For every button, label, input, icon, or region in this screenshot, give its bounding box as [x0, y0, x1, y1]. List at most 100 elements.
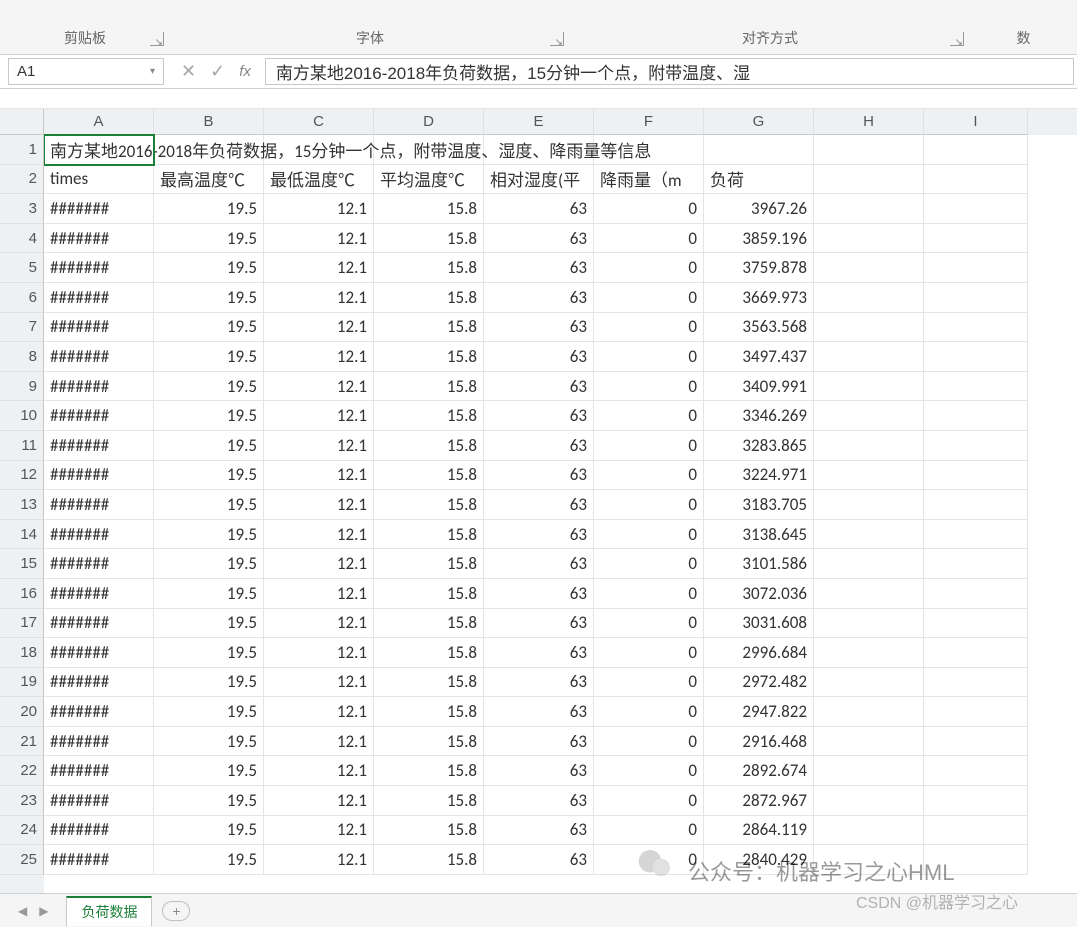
cell[interactable]: 12.1	[264, 431, 374, 461]
cell[interactable]: 12.1	[264, 313, 374, 343]
cell[interactable]: 63	[484, 786, 594, 816]
cell[interactable]: 63	[484, 253, 594, 283]
cell[interactable]: 19.5	[154, 756, 264, 786]
cell[interactable]: 12.1	[264, 697, 374, 727]
cell[interactable]: 63	[484, 697, 594, 727]
row-header[interactable]: 16	[0, 579, 44, 609]
cell[interactable]: 15.8	[374, 845, 484, 875]
cell[interactable]: 19.5	[154, 342, 264, 372]
row-header[interactable]: 21	[0, 727, 44, 757]
row-header[interactable]: 23	[0, 786, 44, 816]
cell[interactable]: 0	[594, 372, 704, 402]
cell[interactable]: 3138.645	[704, 520, 814, 550]
column-header[interactable]: H	[814, 109, 924, 135]
cell[interactable]: 15.8	[374, 461, 484, 491]
cell[interactable]	[924, 609, 1028, 639]
cell[interactable]: #######	[44, 727, 154, 757]
chevron-down-icon[interactable]: ▾	[150, 66, 155, 77]
name-box[interactable]: A1 ▾	[8, 58, 164, 85]
cell[interactable]	[814, 579, 924, 609]
cell[interactable]: 15.8	[374, 638, 484, 668]
cell[interactable]: 12.1	[264, 727, 374, 757]
cell[interactable]: times	[44, 165, 154, 195]
row-header[interactable]: 17	[0, 609, 44, 639]
cell[interactable]: 0	[594, 342, 704, 372]
cell[interactable]: 12.1	[264, 756, 374, 786]
cell[interactable]: #######	[44, 490, 154, 520]
cell[interactable]: 3967.26	[704, 194, 814, 224]
cell[interactable]: 平均温度℃	[374, 165, 484, 195]
row-header[interactable]: 20	[0, 697, 44, 727]
new-sheet-button[interactable]: +	[162, 901, 190, 921]
cell[interactable]: 12.1	[264, 579, 374, 609]
cell[interactable]: 12.1	[264, 490, 374, 520]
cell[interactable]: 3563.568	[704, 313, 814, 343]
cell[interactable]: 12.1	[264, 609, 374, 639]
cell[interactable]	[814, 372, 924, 402]
cell[interactable]: #######	[44, 697, 154, 727]
cell[interactable]	[924, 697, 1028, 727]
cell[interactable]: 3183.705	[704, 490, 814, 520]
cell[interactable]: #######	[44, 372, 154, 402]
cell[interactable]: 0	[594, 224, 704, 254]
cell[interactable]: 19.5	[154, 490, 264, 520]
cell[interactable]	[924, 401, 1028, 431]
cell[interactable]: #######	[44, 224, 154, 254]
cell-A1[interactable]: 南方某地2016-2018年负荷数据，15分钟一个点，附带温度、湿度、降雨量等信…	[44, 135, 154, 165]
cell[interactable]: 15.8	[374, 194, 484, 224]
cell[interactable]: 19.5	[154, 638, 264, 668]
cell[interactable]: 0	[594, 431, 704, 461]
cell[interactable]: 0	[594, 579, 704, 609]
cell[interactable]: 0	[594, 313, 704, 343]
cell[interactable]: 负荷	[704, 165, 814, 195]
cell[interactable]	[924, 283, 1028, 313]
cell[interactable]	[814, 224, 924, 254]
cell[interactable]: 0	[594, 283, 704, 313]
cell[interactable]: 19.5	[154, 431, 264, 461]
cell[interactable]: #######	[44, 313, 154, 343]
cell[interactable]	[814, 490, 924, 520]
cell[interactable]: 19.5	[154, 845, 264, 875]
cell[interactable]: 最高温度℃	[154, 165, 264, 195]
cell[interactable]: #######	[44, 253, 154, 283]
cell[interactable]: #######	[44, 283, 154, 313]
cell[interactable]: 15.8	[374, 609, 484, 639]
cell[interactable]: 0	[594, 727, 704, 757]
cell[interactable]: 12.1	[264, 342, 374, 372]
row-header[interactable]: 15	[0, 549, 44, 579]
cell[interactable]: 19.5	[154, 786, 264, 816]
cell[interactable]: 19.5	[154, 194, 264, 224]
cell[interactable]: 0	[594, 638, 704, 668]
cell[interactable]	[814, 401, 924, 431]
sheet-tab-active[interactable]: 负荷数据	[66, 896, 152, 926]
cell[interactable]: 15.8	[374, 668, 484, 698]
cell[interactable]	[704, 135, 814, 165]
select-all-corner[interactable]	[0, 109, 44, 135]
cell[interactable]	[924, 372, 1028, 402]
cancel-formula-button[interactable]: ✕	[181, 61, 196, 82]
cell[interactable]: 2972.482	[704, 668, 814, 698]
cell[interactable]: #######	[44, 342, 154, 372]
cell[interactable]: 0	[594, 520, 704, 550]
row-header[interactable]: 12	[0, 461, 44, 491]
cell[interactable]	[814, 165, 924, 195]
cell[interactable]	[814, 342, 924, 372]
row-header[interactable]: 25	[0, 845, 44, 875]
cell[interactable]: 15.8	[374, 727, 484, 757]
cell[interactable]	[924, 194, 1028, 224]
cell[interactable]: 0	[594, 697, 704, 727]
cell[interactable]: 2996.684	[704, 638, 814, 668]
cell[interactable]	[924, 165, 1028, 195]
cell[interactable]	[924, 756, 1028, 786]
cell[interactable]: 3072.036	[704, 579, 814, 609]
cell[interactable]: 19.5	[154, 520, 264, 550]
cell[interactable]: 3409.991	[704, 372, 814, 402]
cell[interactable]	[924, 253, 1028, 283]
cell[interactable]: 63	[484, 845, 594, 875]
cell[interactable]: 0	[594, 845, 704, 875]
cell[interactable]: 19.5	[154, 579, 264, 609]
cell[interactable]: 19.5	[154, 253, 264, 283]
sheet-next-button[interactable]: ▶	[39, 904, 48, 918]
cell[interactable]	[924, 845, 1028, 875]
cell[interactable]: 15.8	[374, 283, 484, 313]
